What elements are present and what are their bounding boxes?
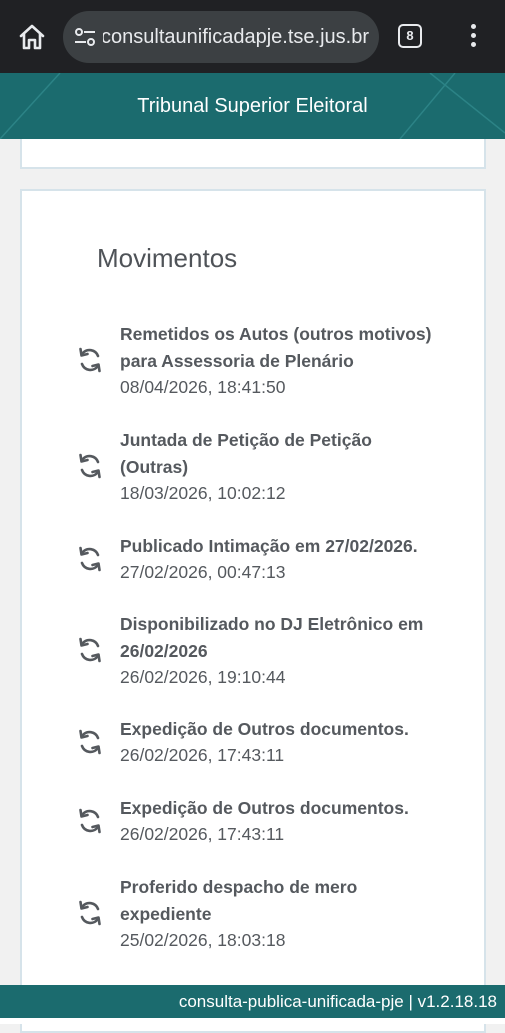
movimento-date: 08/04/2026, 18:41:50 bbox=[120, 377, 286, 397]
movimento-description-cont: expediente bbox=[120, 904, 212, 924]
movimento-description: Expedição de Outros documentos. bbox=[120, 719, 409, 739]
movimento-date: 18/03/2026, 10:02:12 bbox=[120, 483, 286, 503]
url-text[interactable]: consultaunificadapje.tse.jus.br bbox=[103, 25, 369, 49]
tab-switcher-button[interactable]: 8 bbox=[398, 24, 422, 48]
movimento-description: Disponibilizado no DJ Eletrônico em bbox=[120, 614, 424, 634]
home-icon[interactable] bbox=[17, 22, 47, 52]
movimentos-card: Movimentos Remetidos os Autos (outros mo… bbox=[20, 189, 486, 1033]
movimento-date: 26/02/2026, 19:10:44 bbox=[120, 667, 286, 687]
movimento-date: 26/02/2026, 17:43:11 bbox=[120, 824, 285, 844]
bottom-strip bbox=[0, 1018, 505, 1024]
site-settings-icon[interactable] bbox=[73, 25, 97, 49]
sync-icon bbox=[77, 452, 103, 480]
movimento-description-cont: (Outras) bbox=[120, 457, 189, 477]
browser-toolbar: consultaunificadapje.tse.jus.br 8 bbox=[0, 0, 505, 73]
sync-icon bbox=[77, 899, 103, 927]
movimento-date: 25/02/2026, 18:03:18 bbox=[120, 930, 286, 950]
sync-icon bbox=[77, 346, 103, 374]
movimento-description: Expedição de Outros documentos. bbox=[120, 798, 409, 818]
movimento-description: Remetidos os Autos (outros motivos) bbox=[120, 324, 432, 344]
movimento-description: Proferido despacho de mero bbox=[120, 877, 358, 897]
sync-icon bbox=[77, 545, 103, 573]
site-header: Tribunal Superior Eleitoral bbox=[0, 73, 505, 139]
movimento-description-cont: para Assessoria de Plenário bbox=[120, 351, 354, 371]
footer-bar: consulta-publica-unificada-pje | v1.2.18… bbox=[0, 985, 505, 1018]
more-options-icon[interactable] bbox=[466, 24, 480, 52]
sync-icon bbox=[77, 636, 103, 664]
sync-icon bbox=[77, 807, 103, 835]
movimento-description: Juntada de Petição de Petição bbox=[120, 430, 372, 450]
address-bar[interactable]: consultaunificadapje.tse.jus.br bbox=[63, 11, 379, 63]
previous-card bbox=[20, 139, 486, 169]
movimento-date: 27/02/2026, 00:47:13 bbox=[120, 562, 286, 582]
tab-count: 8 bbox=[398, 24, 422, 48]
sync-icon bbox=[77, 728, 103, 756]
movimento-description-cont: 26/02/2026 bbox=[120, 641, 208, 661]
version-text: consulta-publica-unificada-pje | v1.2.18… bbox=[178, 992, 497, 1011]
section-title: Movimentos bbox=[97, 243, 238, 273]
movimento-date: 26/02/2026, 17:43:11 bbox=[120, 745, 285, 765]
movimento-description: Publicado Intimação em 27/02/2026. bbox=[120, 536, 418, 556]
site-title: Tribunal Superior Eleitoral bbox=[137, 95, 368, 117]
